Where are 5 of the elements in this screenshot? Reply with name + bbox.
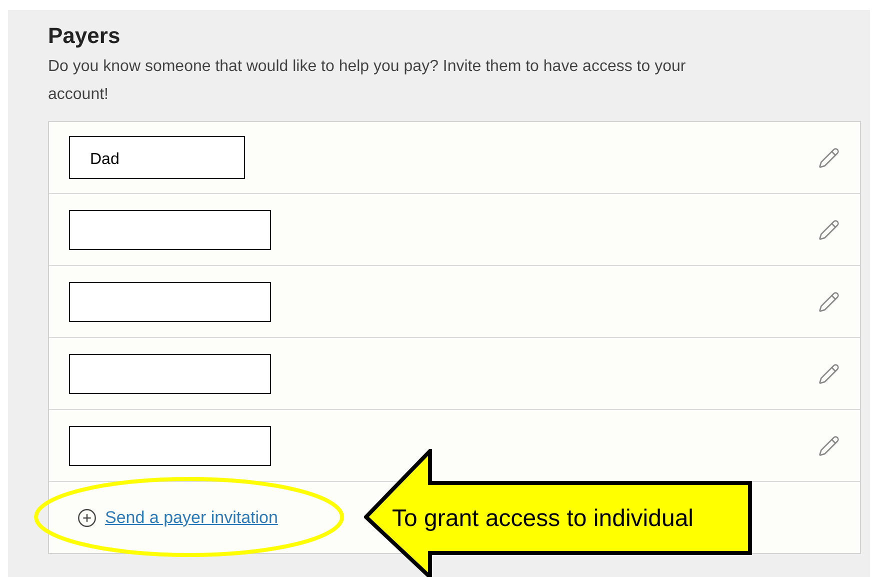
section-title: Payers (48, 22, 120, 50)
callout-text: To grant access to individual (392, 505, 694, 533)
invite-link[interactable]: Send a payer invitation (105, 504, 278, 530)
section-description: Do you know someone that would like to help you pay? Invite them to have access to your account! (48, 57, 687, 105)
payer-name: Dad (69, 136, 245, 179)
